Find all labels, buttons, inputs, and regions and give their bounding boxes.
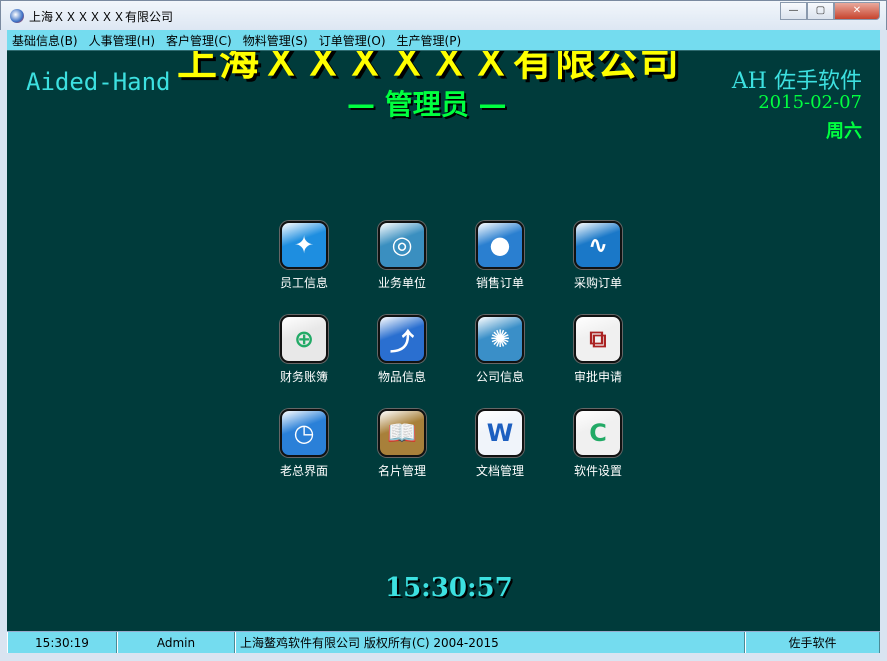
status-bar: 15:30:19 Admin 上海鳌鸡软件有限公司 版权所有(C) 2004-2… [7,631,880,653]
module-tile[interactable]: W 文档管理 [451,409,549,479]
sales-chart-icon: ● [476,221,524,269]
module-tile[interactable]: ⤴ 物品信息 [353,315,451,385]
module-tile[interactable]: ✦ 员工信息 [255,221,353,291]
module-tile[interactable]: ⧉ 审批申请 [549,315,647,385]
module-tile[interactable]: ⊕ 财务账簿 [255,315,353,385]
module-label: 名片管理 [377,464,426,478]
menu-hr[interactable]: 人事管理(H) [84,32,161,49]
menu-customer[interactable]: 客户管理(C) [161,32,238,49]
app-icon [10,9,24,23]
line-chart-icon: ∿ [574,221,622,269]
menu-bar: 基础信息(B) 人事管理(H) 客户管理(C) 物料管理(S) 订单管理(O) … [7,30,880,51]
menu-basic-info[interactable]: 基础信息(B) [7,32,84,49]
bank-icon: ⊕ [280,315,328,363]
status-brand: 佐手软件 [745,632,880,653]
module-label: 审批申请 [573,370,622,384]
word-icon: W [476,409,524,457]
module-tile[interactable]: ◎ 业务单位 [353,221,451,291]
module-tile[interactable]: C 软件设置 [549,409,647,479]
module-grid: ✦ 员工信息 ◎ 业务单位 ● 销售订单 ∿ 采购订单 ⊕ 财务账簿 ⤴ 物品信息 ✺ 公司信息 ⧉ 审批申请… [255,221,647,479]
module-tile[interactable]: ● 销售订单 [451,221,549,291]
module-label: 财务账簿 [279,370,328,384]
settings-logo-icon: C [574,409,622,457]
module-label: 销售订单 [475,276,524,290]
menu-order[interactable]: 订单管理(O) [314,32,392,49]
close-button[interactable]: ✕ [834,2,880,20]
curve-icon: ⤴ [378,315,426,363]
date: 2015-02-07 [758,92,862,113]
aperture-icon: ✺ [476,315,524,363]
module-label: 员工信息 [279,276,328,290]
status-time: 15:30:19 [7,632,117,653]
maximize-button[interactable]: ▢ [807,2,834,20]
status-copyright: 上海鳌鸡软件有限公司 版权所有(C) 2004-2015 [235,632,745,653]
module-tile[interactable]: ∿ 采购订单 [549,221,647,291]
clock-icon: ◷ [280,409,328,457]
module-tile[interactable]: 📖 名片管理 [353,409,451,479]
role-title: — 管理员 — [347,88,507,121]
brand-text: Aided-Hand [26,68,171,96]
minimize-button[interactable]: — [780,2,807,20]
module-label: 物品信息 [377,370,426,384]
ah-brand: AH 佐手软件 [731,69,862,94]
clock: 15:30:57 [385,573,513,603]
module-label: 文档管理 [475,464,524,478]
book-icon: 📖 [378,409,426,457]
title-bar: 上海ＸＸＸＸＸＸ有限公司 — ▢ ✕ [0,0,887,30]
module-label: 公司信息 [475,370,524,384]
module-tile[interactable]: ✺ 公司信息 [451,315,549,385]
module-label: 采购订单 [573,276,622,290]
weekday: 周六 [826,121,862,142]
menu-production[interactable]: 生产管理(P) [392,32,468,49]
vmware-icon: ⧉ [574,315,622,363]
module-tile[interactable]: ◷ 老总界面 [255,409,353,479]
company-name: 上海ＸＸＸＸＸＸ有限公司 [177,51,681,85]
menu-material[interactable]: 物料管理(S) [238,32,314,49]
window-title: 上海ＸＸＸＸＸＸ有限公司 [29,10,174,24]
main-panel: 上海ＸＸＸＸＸＸ有限公司 Aided-Hand — 管理员 — AH 佐手软件 … [7,51,880,631]
module-label: 老总界面 [279,464,328,478]
compass-icon: ✦ [280,221,328,269]
module-label: 业务单位 [377,276,426,290]
status-user: Admin [117,632,235,653]
module-label: 软件设置 [573,464,622,478]
swirl-icon: ◎ [378,221,426,269]
